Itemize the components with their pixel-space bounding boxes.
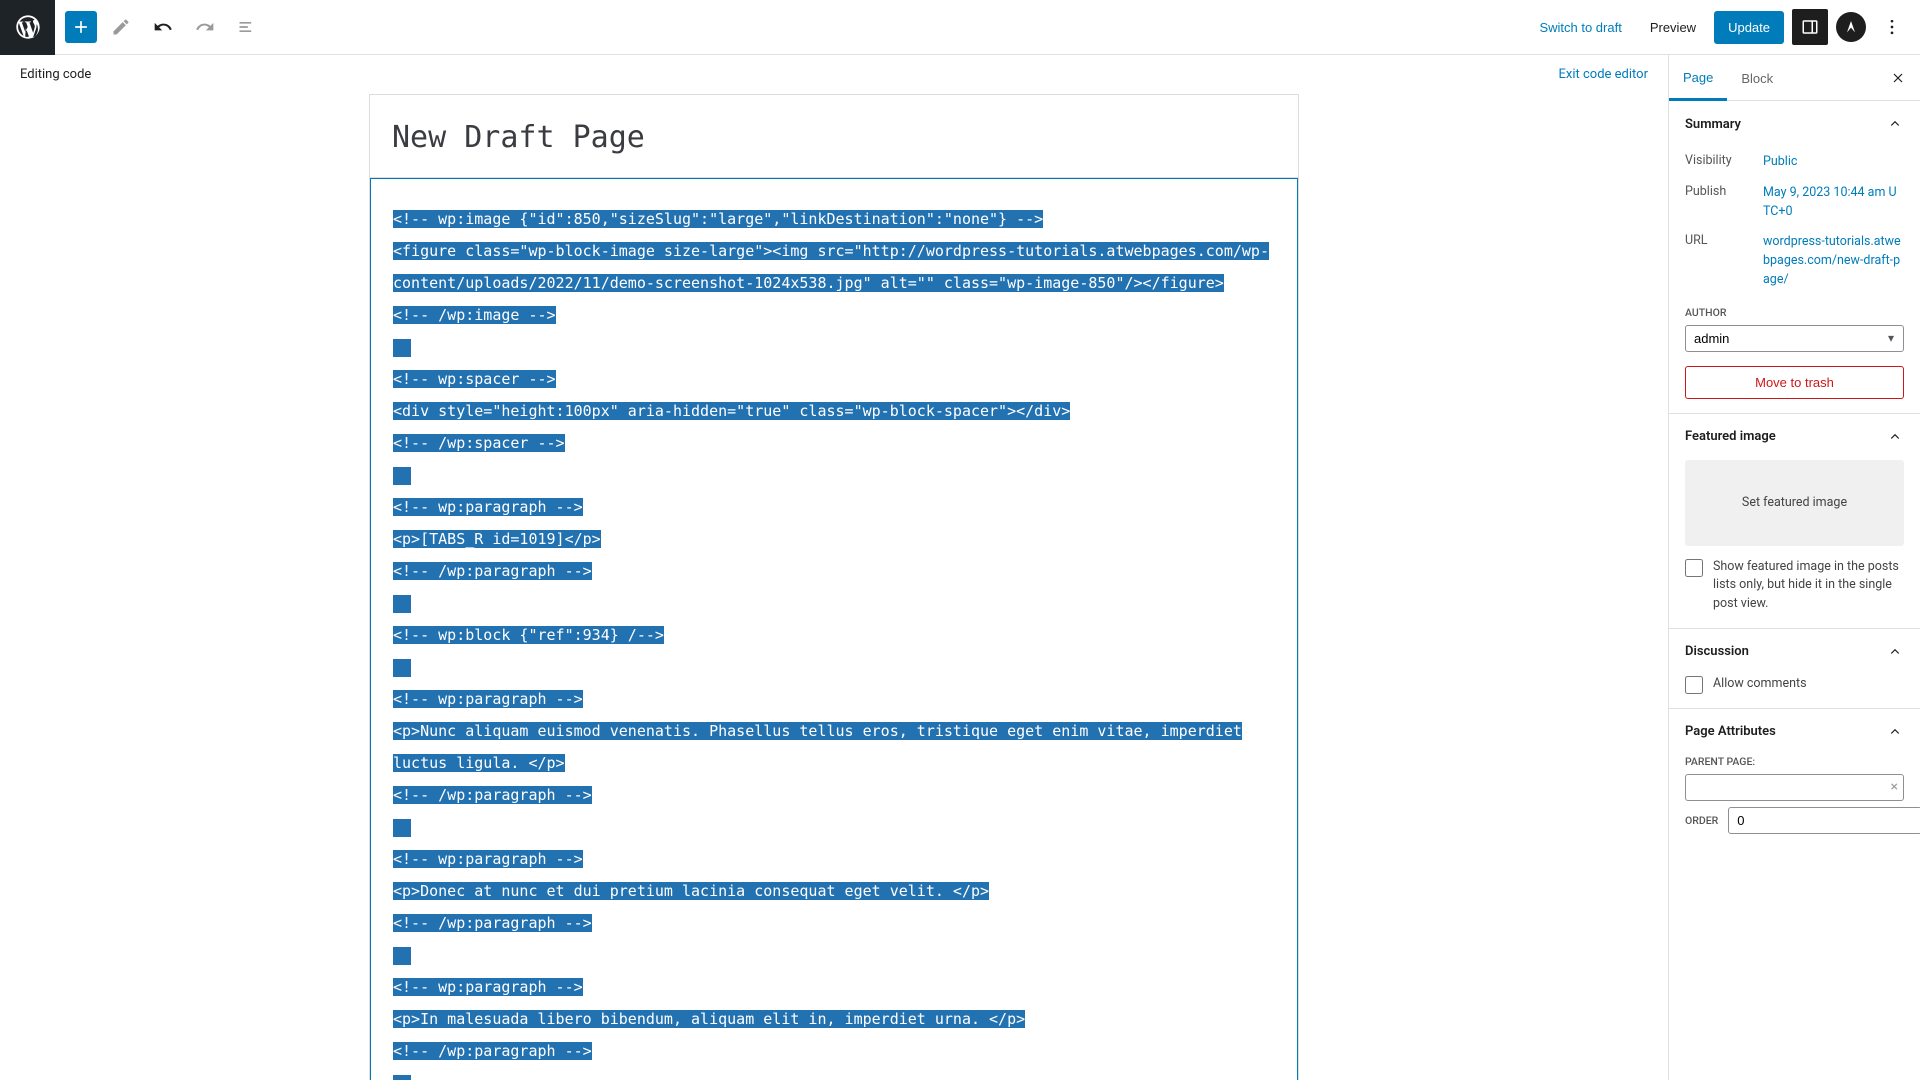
page-frame: <!-- wp:image {"id":850,"sizeSlug":"larg… [369,94,1299,1080]
allow-comments-checkbox[interactable] [1685,676,1703,694]
visibility-value[interactable]: Public [1763,153,1904,172]
url-row: URL wordpress-tutorials.atwebpages.com/n… [1685,227,1904,295]
move-to-trash-button[interactable]: Move to trash [1685,366,1904,399]
editor-topbar: Switch to draft Preview Update [0,0,1920,55]
visibility-label: Visibility [1685,153,1763,172]
panel-discussion-toggle[interactable]: Discussion [1685,643,1904,661]
document-overview-button[interactable] [229,9,265,45]
code-textarea[interactable]: <!-- wp:image {"id":850,"sizeSlug":"larg… [370,178,1298,1080]
list-icon [237,17,257,37]
chevron-up-icon [1886,723,1904,741]
astra-icon [1843,19,1859,35]
allow-comments-row: Allow comments [1685,675,1904,694]
panel-featured-image: Featured image Set featured image Show f… [1669,414,1920,629]
parent-clear-icon[interactable]: × [1891,779,1898,795]
allow-comments-label: Allow comments [1713,675,1807,694]
order-label: Order [1685,814,1718,827]
featured-hide-checkbox[interactable] [1685,559,1703,577]
page-title-input[interactable] [370,95,1298,177]
parent-page-label: Parent Page: [1685,755,1904,768]
chevron-up-icon [1886,643,1904,661]
url-label: URL [1685,233,1763,289]
sidebar-tabs: Page Block [1669,55,1920,101]
panel-page-attributes: Page Attributes Parent Page: × Order [1669,709,1920,848]
panel-summary-body: Visibility Public Publish May 9, 2023 10… [1685,147,1904,399]
panel-discussion: Discussion Allow comments [1669,629,1920,709]
featured-hide-row: Show featured image in the posts lists o… [1685,558,1904,614]
more-options-button[interactable] [1874,9,1910,45]
panel-attributes-toggle[interactable]: Page Attributes [1685,723,1904,741]
editing-mode-label: Editing code [20,67,91,82]
order-input[interactable] [1728,807,1920,834]
panel-featured-title: Featured image [1685,429,1776,444]
panel-featured-body: Set featured image Show featured image i… [1685,460,1904,614]
author-select-wrap: admin [1685,325,1904,352]
topbar-left-tools [55,9,265,45]
chevron-up-icon [1886,115,1904,133]
author-select[interactable]: admin [1685,325,1904,352]
kebab-icon [1882,17,1902,37]
panel-summary: Summary Visibility Public Publish May 9,… [1669,101,1920,414]
panel-summary-title: Summary [1685,117,1741,132]
main-wrap: Editing code Exit code editor <!-- wp:im… [0,55,1920,1080]
undo-button[interactable] [145,9,181,45]
panel-featured-toggle[interactable]: Featured image [1685,428,1904,446]
author-label: Author [1685,306,1904,319]
sidebar-close-button[interactable] [1880,60,1916,96]
publish-row: Publish May 9, 2023 10:44 am UTC+0 [1685,178,1904,228]
panel-attributes-title: Page Attributes [1685,724,1776,739]
publish-label: Publish [1685,184,1763,222]
editor-header-strip: Editing code Exit code editor [0,55,1668,94]
panel-discussion-title: Discussion [1685,644,1749,659]
visibility-row: Visibility Public [1685,147,1904,178]
tools-button[interactable] [103,9,139,45]
exit-code-editor-link[interactable]: Exit code editor [1559,67,1648,82]
redo-button[interactable] [187,9,223,45]
panel-summary-toggle[interactable]: Summary [1685,115,1904,133]
settings-toggle-button[interactable] [1792,9,1828,45]
preview-button[interactable]: Preview [1640,12,1706,43]
redo-icon [195,17,215,37]
set-featured-image-button[interactable]: Set featured image [1685,460,1904,546]
order-row: Order [1685,807,1904,834]
plugin-badge-button[interactable] [1836,12,1866,42]
sidebar-panel-icon [1801,18,1819,36]
publish-value[interactable]: May 9, 2023 10:44 am UTC+0 [1763,184,1904,222]
pencil-icon [111,17,131,37]
topbar-right-tools: Switch to draft Preview Update [1529,9,1920,45]
tab-page[interactable]: Page [1669,55,1727,101]
featured-hide-label: Show featured image in the posts lists o… [1713,558,1904,614]
wp-logo-button[interactable] [0,0,55,55]
panel-attributes-body: Parent Page: × Order [1685,755,1904,834]
chevron-up-icon [1886,428,1904,446]
parent-page-input-wrap: × [1685,774,1904,801]
parent-page-input[interactable] [1685,774,1904,801]
url-value[interactable]: wordpress-tutorials.atwebpages.com/new-d… [1763,233,1904,289]
settings-sidebar: Page Block Summary Visibility Public Pub… [1668,55,1920,1080]
close-icon [1890,70,1906,86]
plus-icon [71,17,91,37]
add-block-button[interactable] [65,11,97,43]
wordpress-icon [14,13,42,41]
update-button[interactable]: Update [1714,11,1784,44]
undo-icon [153,17,173,37]
editor-canvas[interactable]: Editing code Exit code editor <!-- wp:im… [0,55,1668,1080]
panel-discussion-body: Allow comments [1685,675,1904,694]
tab-block[interactable]: Block [1727,56,1787,99]
switch-to-draft-button[interactable]: Switch to draft [1529,12,1631,43]
